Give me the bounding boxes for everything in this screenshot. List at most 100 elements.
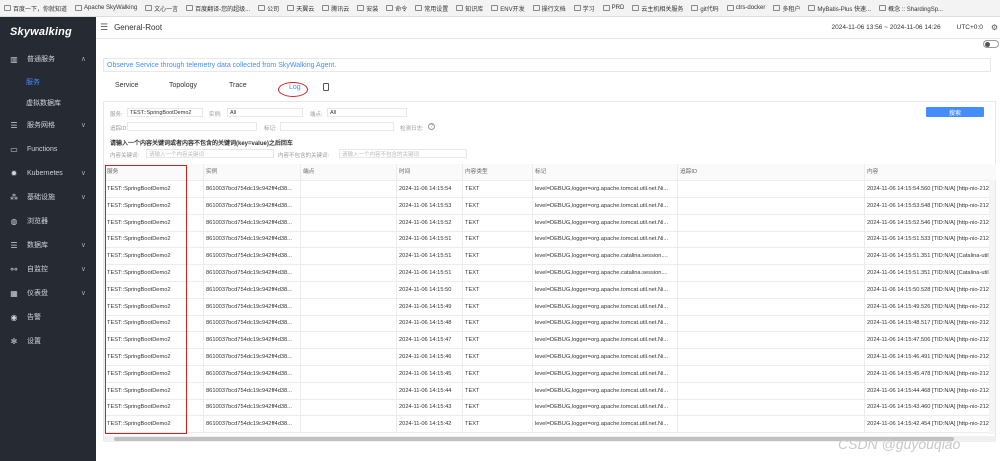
table-cell: 2024-11-06 14:15:51.533 [TID:N/A] [http-… bbox=[864, 231, 996, 248]
time-range[interactable]: 2024-11-06 13:56 ~ 2024-11-06 14:26 bbox=[832, 24, 941, 31]
table-cell bbox=[300, 416, 396, 433]
table-row[interactable]: TEST::SpringBootDemo28610037bcd754dc19c9… bbox=[104, 315, 996, 332]
search-button[interactable]: 搜索 bbox=[926, 107, 984, 117]
table-cell bbox=[300, 332, 396, 349]
sidebar-subitem[interactable]: 虚拟数据库 bbox=[0, 92, 96, 113]
table-cell bbox=[300, 231, 396, 248]
sidebar-item[interactable]: ▭Functions bbox=[0, 137, 96, 161]
table-cell: level=DEBUG,logger=org.apache.tomcat.uti… bbox=[532, 282, 677, 299]
sidebar-item-label: 设置 bbox=[27, 336, 41, 346]
sidebar-item[interactable]: ◍浏览器 bbox=[0, 209, 96, 233]
table-cell: 2024-11-06 14:15:53.548 [TID:N/A] [http-… bbox=[864, 198, 996, 215]
sidebar-item[interactable]: ⚯自监控∨ bbox=[0, 257, 96, 281]
table-row[interactable]: TEST::SpringBootDemo28610037bcd754dc19c9… bbox=[104, 282, 996, 299]
exclude-keyword-input[interactable]: 请输入一个内容不包含的关键词 bbox=[339, 149, 467, 158]
bookmark-item[interactable]: 命令 bbox=[386, 4, 407, 13]
sidebar-item[interactable]: ⁂基础设施∨ bbox=[0, 185, 96, 209]
tab-service[interactable]: Service bbox=[115, 82, 138, 89]
bookmark-item[interactable]: 文心一言 bbox=[145, 4, 178, 13]
theme-toggle[interactable] bbox=[983, 40, 999, 48]
sidebar-item[interactable]: ✹Kubernetes∨ bbox=[0, 161, 96, 185]
bookmark-item[interactable]: ctrs-docker bbox=[727, 5, 766, 11]
bookmark-item[interactable]: 公司 bbox=[258, 4, 279, 13]
bookmark-icon bbox=[727, 5, 734, 11]
table-row[interactable]: TEST::SpringBootDemo28610037bcd754dc19c9… bbox=[104, 332, 996, 349]
sidebar-item[interactable]: ▦仪表盘∨ bbox=[0, 281, 96, 305]
sidebar-item[interactable]: ▥普通服务∧ bbox=[0, 47, 96, 71]
table-row[interactable]: TEST::SpringBootDemo28610037bcd754dc19c9… bbox=[104, 299, 996, 316]
bookmark-item[interactable]: 云主机相关服务 bbox=[632, 4, 683, 13]
vertical-scrollbar[interactable] bbox=[989, 180, 995, 434]
bookmark-icon bbox=[603, 5, 610, 11]
tab-log[interactable]: Log bbox=[289, 84, 301, 91]
bookmark-icon bbox=[574, 5, 581, 11]
table-row[interactable]: TEST::SpringBootDemo28610037bcd754dc19c9… bbox=[104, 248, 996, 265]
menu-icon[interactable]: ☰ bbox=[100, 22, 108, 33]
gear-icon[interactable]: ⚙ bbox=[991, 23, 998, 32]
table-row[interactable]: TEST::SpringBootDemo28610037bcd754dc19c9… bbox=[104, 265, 996, 282]
table-cell bbox=[677, 198, 864, 215]
sidebar-item-label: 自监控 bbox=[27, 264, 48, 274]
table-cell: 8610037bcd754dc19c942ff4d38... bbox=[203, 299, 300, 316]
functions-icon: ▭ bbox=[9, 144, 19, 154]
table-header-row: 服务实例端点时间内容类型标记追踪ID内容 bbox=[104, 164, 996, 181]
table-row[interactable]: TEST::SpringBootDemo28610037bcd754dc19c9… bbox=[104, 181, 996, 198]
bookmark-label: MyBatis-Plus 快速... bbox=[817, 4, 871, 13]
table-row[interactable]: TEST::SpringBootDemo28610037bcd754dc19c9… bbox=[104, 399, 996, 416]
bookmark-icon bbox=[357, 5, 364, 11]
bookmark-item[interactable]: Apache SkyWalking bbox=[75, 5, 137, 11]
bookmark-item[interactable]: PRD bbox=[603, 5, 625, 11]
table-row[interactable]: TEST::SpringBootDemo28610037bcd754dc19c9… bbox=[104, 383, 996, 400]
table-row[interactable]: TEST::SpringBootDemo28610037bcd754dc19c9… bbox=[104, 231, 996, 248]
bookmark-item[interactable]: 知识库 bbox=[456, 4, 483, 13]
bookmark-item[interactable]: 腾讯云 bbox=[322, 4, 349, 13]
bookmark-item[interactable]: 安装 bbox=[357, 4, 378, 13]
table-cell: TEXT bbox=[462, 416, 532, 433]
tags-input[interactable] bbox=[280, 122, 394, 131]
sidebar-item[interactable]: ☰服务网格∨ bbox=[0, 113, 96, 137]
bookmark-item[interactable]: 天翼云 bbox=[287, 4, 314, 13]
scrollbar-thumb[interactable] bbox=[114, 437, 954, 441]
sidebar-item-label: 数据库 bbox=[27, 240, 48, 250]
bookmark-item[interactable]: git代码 bbox=[691, 4, 718, 13]
keyword-input[interactable]: 请输入一个内容关键词 bbox=[146, 149, 274, 158]
table-cell: level=DEBUG,logger=org.apache.tomcat.uti… bbox=[532, 299, 677, 316]
bookmark-item[interactable]: ENV开发 bbox=[491, 4, 524, 13]
table-cell bbox=[677, 265, 864, 282]
table-cell: level=DEBUG,logger=org.apache.tomcat.uti… bbox=[532, 332, 677, 349]
table-cell: 2024-11-06 14:15:49.526 [TID:N/A] [http-… bbox=[864, 299, 996, 316]
table-row[interactable]: TEST::SpringBootDemo28610037bcd754dc19c9… bbox=[104, 198, 996, 215]
bookmark-item[interactable]: 常用设置 bbox=[415, 4, 448, 13]
trace-id-input[interactable] bbox=[127, 122, 257, 131]
service-select[interactable]: TEST::SpringBootDemo2 bbox=[127, 108, 203, 117]
toggle-knob bbox=[985, 42, 990, 47]
table-cell bbox=[300, 315, 396, 332]
table-cell: TEXT bbox=[462, 366, 532, 383]
tab-topology[interactable]: Topology bbox=[169, 82, 197, 89]
table-row[interactable]: TEST::SpringBootDemo28610037bcd754dc19c9… bbox=[104, 349, 996, 366]
clipboard-icon[interactable] bbox=[323, 83, 329, 91]
bookmark-item[interactable]: 操行文档 bbox=[533, 4, 566, 13]
table-row[interactable]: TEST::SpringBootDemo28610037bcd754dc19c9… bbox=[104, 366, 996, 383]
sidebar-item[interactable]: ☰数据库∨ bbox=[0, 233, 96, 257]
table-cell bbox=[677, 282, 864, 299]
instance-select[interactable]: All bbox=[227, 108, 303, 117]
tab-trace[interactable]: Trace bbox=[229, 82, 247, 89]
bookmark-item[interactable]: 多租户 bbox=[773, 4, 800, 13]
table-cell bbox=[677, 416, 864, 433]
bookmark-item[interactable]: 百度翻译-您的超级... bbox=[186, 4, 250, 13]
sidebar-item[interactable]: ✻设置 bbox=[0, 329, 96, 353]
bookmark-item[interactable]: 百度一下，你就知道 bbox=[4, 4, 67, 13]
table-row[interactable]: TEST::SpringBootDemo28610037bcd754dc19c9… bbox=[104, 215, 996, 232]
bookmark-item[interactable]: MyBatis-Plus 快速... bbox=[808, 4, 871, 13]
sidebar-subitem[interactable]: 服务 bbox=[0, 71, 96, 92]
bookmark-item[interactable]: 学习 bbox=[574, 4, 595, 13]
bookmark-label: ctrs-docker bbox=[736, 5, 766, 11]
bookmark-item[interactable]: 概念 :: ShardingSp... bbox=[879, 4, 943, 13]
table-cell bbox=[300, 198, 396, 215]
endpoint-select[interactable]: All bbox=[327, 108, 407, 117]
table-cell bbox=[300, 181, 396, 198]
table-row[interactable]: TEST::SpringBootDemo28610037bcd754dc19c9… bbox=[104, 416, 996, 433]
sidebar-item[interactable]: ◉告警 bbox=[0, 305, 96, 329]
help-icon[interactable]: ? bbox=[428, 123, 435, 130]
